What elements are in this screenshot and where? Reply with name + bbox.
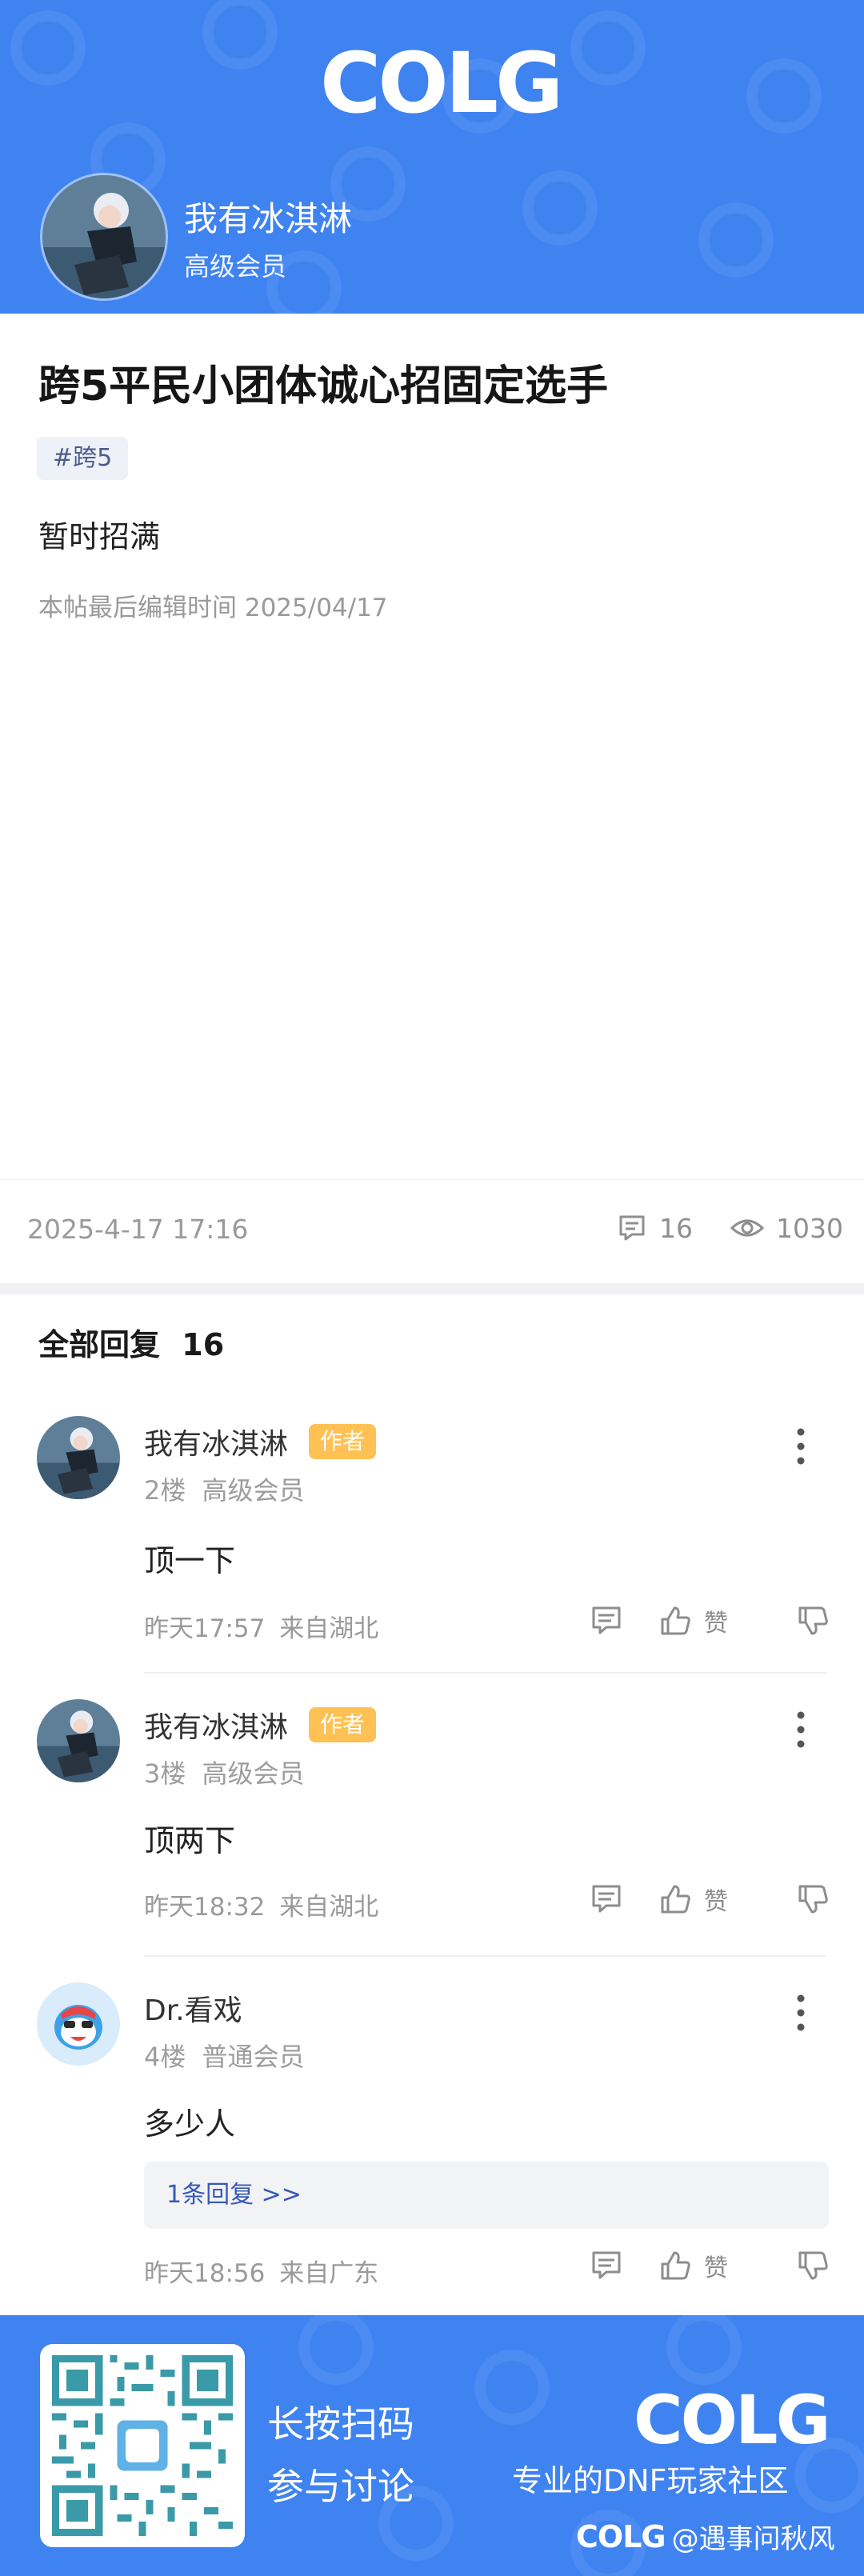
all-replies-label: 全部回复: [38, 1327, 161, 1362]
reply-location: 来自广东: [279, 2259, 379, 2288]
sub-reply-link[interactable]: 1条回复 >>: [144, 2162, 829, 2229]
reply-comment-icon[interactable]: [589, 1603, 624, 1638]
footer-colg-logo: COLG: [634, 2381, 831, 2459]
post-date: 2025-4-17 17:16: [27, 1214, 249, 1245]
thumbs-down-icon[interactable]: [795, 1882, 830, 1917]
avatar-image: [37, 1699, 120, 1782]
reply-time: 昨天17:57: [144, 1614, 266, 1643]
colg-logo: COLG: [320, 34, 563, 132]
reply-meta: 昨天18:56 来自广东: [144, 2253, 378, 2289]
member-level: 高级会员: [202, 1475, 305, 1506]
post-title: 跨5平民小团体诚心招固定选手: [38, 362, 609, 410]
view-count: 1030: [776, 1212, 843, 1244]
qr-code[interactable]: [40, 2344, 245, 2547]
thumbs-up-icon: [661, 2251, 690, 2280]
reply-location: 来自湖北: [279, 1614, 379, 1643]
thumbs-down-icon[interactable]: [795, 1603, 830, 1638]
thumbs-down-icon[interactable]: [795, 2248, 830, 2283]
comment-count-stat[interactable]: 16: [616, 1212, 693, 1244]
footer-slogan: 专业的DNF玩家社区: [512, 2463, 789, 2498]
author-name[interactable]: 我有冰淇淋: [184, 192, 352, 241]
like-label: 赞: [704, 1888, 728, 1916]
avatar-image: [42, 175, 166, 298]
comment-count: 16: [659, 1212, 693, 1244]
post-body: 暂时招满: [38, 519, 161, 554]
comment-icon: [619, 1215, 645, 1241]
scan-prompt-line1: 长按扫码: [267, 2402, 414, 2446]
post-header-banner: COLG 我有冰淇淋 高级会员: [0, 0, 864, 314]
author-badge: 作者: [309, 1424, 377, 1459]
like-label: 赞: [704, 2254, 728, 2282]
thumbs-up-icon: [661, 1606, 690, 1635]
share-footer: 长按扫码 参与讨论 COLG 专业的DNF玩家社区 COLG @遇事问秋风: [0, 2315, 864, 2576]
member-level: 普通会员: [202, 2042, 305, 2072]
reply-username[interactable]: Dr.看戏: [144, 1987, 242, 2029]
scan-prompt-line2: 参与讨论: [267, 2465, 414, 2508]
reply-actions: 赞: [589, 2248, 830, 2283]
reply-content: 顶一下: [144, 1543, 236, 1578]
topic-tag[interactable]: #跨5: [37, 437, 129, 480]
footer-credit: COLG @遇事问秋风: [576, 2517, 835, 2556]
reply-meta: 昨天18:32 来自湖北: [144, 1886, 378, 1922]
reply-floor: 3楼 高级会员: [144, 1754, 305, 1790]
thumbs-up-icon: [661, 1885, 690, 1914]
floor-number: 2楼: [144, 1475, 186, 1506]
like-label: 赞: [704, 1610, 728, 1638]
avatar-image: [37, 1416, 120, 1499]
reply-username[interactable]: 我有冰淇淋: [144, 1421, 288, 1462]
avatar-image: [37, 1982, 120, 2066]
author-badge: 作者: [309, 1707, 377, 1742]
floor-number: 4楼: [144, 2042, 186, 2072]
like-button[interactable]: 赞: [658, 1882, 728, 1917]
author-avatar[interactable]: [40, 173, 168, 301]
reply-time: 昨天18:32: [144, 1893, 266, 1922]
reply-comment-icon[interactable]: [589, 2248, 624, 2283]
reply-floor: 2楼 高级会员: [144, 1470, 305, 1507]
credit-handle: @遇事问秋风: [671, 2523, 835, 2555]
author-level: 高级会员: [184, 251, 287, 282]
logo-text: COLG: [320, 34, 563, 132]
reply-time: 昨天18:56: [144, 2259, 266, 2288]
like-button[interactable]: 赞: [658, 2248, 728, 2283]
like-button[interactable]: 赞: [658, 1603, 728, 1638]
view-count-stat: 1030: [730, 1212, 843, 1244]
reply-content: 顶两下: [144, 1823, 236, 1858]
reply-divider: [144, 1672, 827, 1674]
more-options-icon[interactable]: [789, 1989, 813, 2037]
reply-divider: [144, 1955, 827, 1957]
reply-floor: 4楼 普通会员: [144, 2037, 305, 2074]
member-level: 高级会员: [202, 1758, 305, 1789]
more-options-icon[interactable]: [789, 1422, 813, 1470]
all-replies-header: 全部回复 16: [38, 1320, 224, 1364]
floor-number: 3楼: [144, 1758, 186, 1789]
reply-avatar[interactable]: [37, 1416, 120, 1499]
reply-meta: 昨天17:57 来自湖北: [144, 1608, 378, 1644]
footer-logo-text: COLG: [634, 2381, 831, 2459]
post-meta-bar: 2025-4-17 17:16 16 1030: [0, 1179, 864, 1283]
reply-content: 多少人: [144, 2106, 236, 2142]
all-replies-count: 16: [182, 1327, 225, 1362]
credit-logo: COLG: [576, 2518, 666, 2554]
more-options-icon[interactable]: [789, 1706, 813, 1754]
reply-avatar[interactable]: [37, 1699, 120, 1782]
reply-actions: 赞: [589, 1603, 830, 1638]
reply-avatar[interactable]: [37, 1982, 120, 2066]
reply-comment-icon[interactable]: [589, 1882, 624, 1917]
section-divider: [0, 1283, 864, 1294]
last-edit-time: 本帖最后编辑时间 2025/04/17: [38, 594, 388, 622]
reply-actions: 赞: [589, 1882, 830, 1917]
reply-location: 来自湖北: [279, 1893, 379, 1922]
reply-username[interactable]: 我有冰淇淋: [144, 1704, 288, 1746]
qr-code-image: [52, 2355, 233, 2536]
eye-icon: [730, 1219, 765, 1237]
